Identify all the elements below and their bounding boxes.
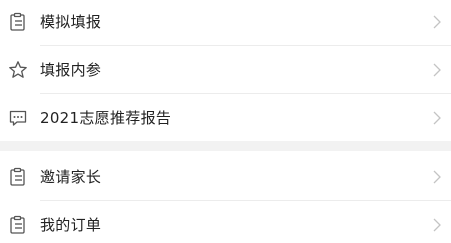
menu-item-invite-parents[interactable]: 邀请家长 xyxy=(0,153,451,200)
clipboard-icon xyxy=(10,12,25,31)
menu-item-label: 邀请家长 xyxy=(40,167,102,186)
clipboard-icon xyxy=(10,215,25,234)
chevron-right-icon xyxy=(433,218,441,231)
chevron-right-icon xyxy=(433,111,441,124)
menu-item-label: 填报内参 xyxy=(40,60,102,79)
star-icon xyxy=(9,60,27,78)
menu-item-label: 我的订单 xyxy=(40,215,102,234)
section-separator xyxy=(0,141,451,151)
menu-item-2021-report[interactable]: 2021志愿推荐报告 xyxy=(0,94,451,141)
settings-menu: 模拟填报 填报内参 2021志愿推荐报告 邀请家长 我的订单 xyxy=(0,0,451,243)
menu-item-mock-fill[interactable]: 模拟填报 xyxy=(0,0,451,45)
message-icon xyxy=(9,110,27,126)
chevron-right-icon xyxy=(433,15,441,28)
menu-item-label: 模拟填报 xyxy=(40,12,102,31)
menu-item-label: 2021志愿推荐报告 xyxy=(40,108,172,127)
chevron-right-icon xyxy=(433,63,441,76)
menu-item-my-orders[interactable]: 我的订单 xyxy=(0,201,451,243)
clipboard-icon xyxy=(10,167,25,186)
menu-item-fill-insider[interactable]: 填报内参 xyxy=(0,46,451,93)
chevron-right-icon xyxy=(433,170,441,183)
